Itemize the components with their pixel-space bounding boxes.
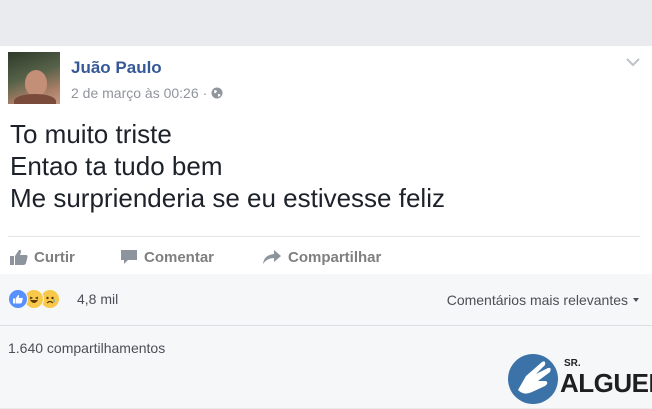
logo-word: ALGUEM [560,368,652,398]
pointing-hand-icon [518,361,551,394]
author-avatar[interactable] [8,52,60,104]
post-line: To muito triste [10,119,172,149]
logo-circle [508,354,558,404]
meta-separator: · [202,85,208,101]
sr-alguem-logo: SR. ALGUEM [508,352,652,406]
post-line: Me surprienderia se eu estivesse feliz [10,183,445,213]
post-meta: 2 de março às 00:26 · [71,85,223,101]
comment-icon [121,250,137,264]
shares-count[interactable]: 1.640 compartilhamentos [8,340,165,356]
share-icon [263,250,281,264]
like-button[interactable]: Curtir [10,246,75,268]
avatar-shirt [14,94,56,104]
stats-divider [0,325,652,326]
share-label: Compartilhar [288,248,382,266]
comments-filter-label: Comentários mais relevantes [446,292,628,308]
reactions-summary[interactable] [8,289,60,309]
post-timestamp[interactable]: 2 de março às 00:26 [71,85,199,101]
chevron-down-icon[interactable] [624,55,642,69]
globe-icon[interactable] [211,87,223,99]
post-line: Entao ta tudo bem [10,151,223,181]
comments-filter-dropdown[interactable]: Comentários mais relevantes [447,292,640,308]
reaction-count[interactable]: 4,8 mil [77,291,118,307]
author-name[interactable]: Juão Paulo [71,58,162,78]
share-button[interactable]: Compartilhar [262,246,381,268]
like-reaction-icon [8,289,28,309]
caret-down-icon [633,298,639,302]
actions-divider [8,236,640,237]
comment-button[interactable]: Comentar [120,246,214,268]
like-label: Curtir [34,248,75,266]
post-message: To muito triste Entao ta tudo bem Me sur… [10,118,445,214]
thumbs-up-icon [10,249,28,265]
comment-label: Comentar [144,248,215,266]
avatar-face [25,70,47,96]
